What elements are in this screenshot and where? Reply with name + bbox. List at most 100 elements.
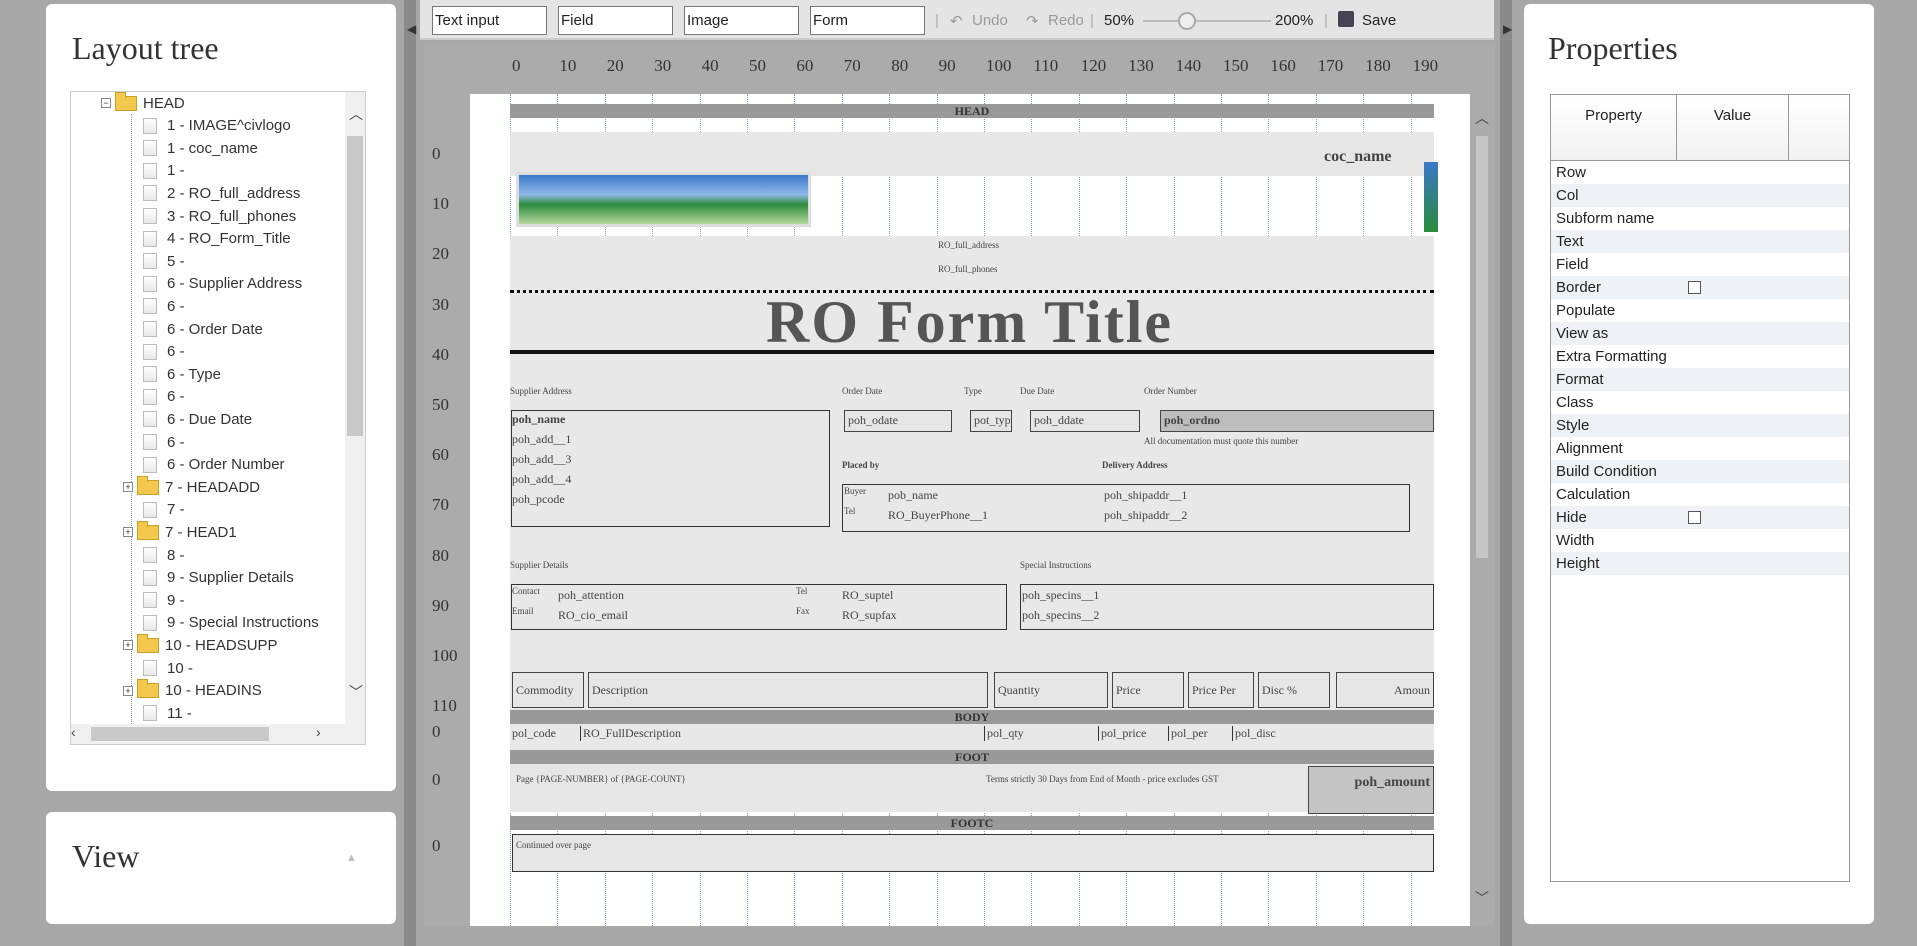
text-input-button[interactable]: Text input <box>432 6 547 35</box>
tree-folder-item[interactable]: − HEAD <box>101 92 185 114</box>
hide-checkbox[interactable] <box>1688 511 1701 524</box>
specins1-field[interactable]: poh_specins__1 <box>1022 588 1099 603</box>
undo-button[interactable]: Undo <box>972 12 1008 29</box>
band-foot[interactable]: FOOT <box>510 750 1434 764</box>
tree-item[interactable]: 6 - <box>143 295 185 317</box>
ro-supfax-field[interactable]: RO_supfax <box>842 608 897 623</box>
pol-qty-field[interactable]: pol_qty <box>984 726 1024 741</box>
col-price-per[interactable]: Price Per <box>1188 672 1254 708</box>
tree-item[interactable]: 2 - RO_full_address <box>143 182 300 204</box>
order-date-label[interactable]: Order Date <box>842 386 882 396</box>
right-splitter[interactable]: ▶ <box>1500 0 1512 946</box>
tree-vscroll-thumb[interactable] <box>347 136 363 436</box>
design-canvas[interactable]: 0 10 20 30 40 50 60 70 80 90 100 110 120 130 140 150 160… <box>424 44 1494 926</box>
property-row[interactable]: Subform name <box>1551 207 1849 230</box>
redo-icon[interactable]: ↷ <box>1026 12 1039 30</box>
save-icon[interactable] <box>1338 11 1354 27</box>
property-row[interactable]: Class <box>1551 391 1849 414</box>
buyer-label[interactable]: Buyer <box>844 486 866 496</box>
property-row[interactable]: Format <box>1551 368 1849 391</box>
zoom-slider[interactable] <box>1143 20 1271 22</box>
band-footc[interactable]: FOOTC <box>510 816 1434 830</box>
tree-item[interactable]: 6 - <box>143 431 185 453</box>
shipaddr2-field[interactable]: poh_shipaddr__2 <box>1104 508 1187 523</box>
expand-icon[interactable]: + <box>123 640 133 651</box>
scroll-down-icon[interactable]: ﹀ <box>349 682 363 702</box>
col-quantity[interactable]: Quantity <box>994 672 1108 708</box>
tree-item[interactable]: 9 - Special Instructions <box>143 612 319 634</box>
property-row[interactable]: Alignment <box>1551 437 1849 460</box>
tree-item[interactable]: 1 - coc_name <box>143 137 258 159</box>
property-row[interactable]: Calculation <box>1551 483 1849 506</box>
property-column-header[interactable]: Property <box>1551 95 1677 160</box>
pol-code-field[interactable]: pol_code <box>512 726 556 741</box>
pol-per-field[interactable]: pol_per <box>1168 726 1208 741</box>
property-row[interactable]: Row <box>1551 161 1849 184</box>
email-label[interactable]: Email <box>512 606 534 616</box>
due-date-label[interactable]: Due Date <box>1020 386 1054 396</box>
tree-folder-item[interactable]: +7 - HEAD1 <box>123 520 237 543</box>
order-number-label[interactable]: Order Number <box>1144 386 1197 396</box>
tel-label[interactable]: Tel <box>844 506 855 516</box>
band-head[interactable]: HEAD <box>510 104 1434 118</box>
delivery-address-label[interactable]: Delivery Address <box>1102 460 1168 470</box>
contact-label[interactable]: Contact <box>512 586 540 596</box>
civlogo-image[interactable] <box>516 172 811 227</box>
property-row[interactable]: Hide <box>1551 506 1849 529</box>
poh-ddate-field[interactable]: poh_ddate <box>1030 410 1140 432</box>
quote-note-label[interactable]: All documentation must quote this number <box>1144 436 1298 446</box>
ro-suptel-field[interactable]: RO_suptel <box>842 588 893 603</box>
collapse-right-icon[interactable]: ▶ <box>1503 22 1512 36</box>
property-row[interactable]: Width <box>1551 529 1849 552</box>
coc-name-field[interactable]: coc_name <box>1324 148 1392 166</box>
scroll-down-icon[interactable]: ﹀ <box>1475 888 1489 908</box>
type-label[interactable]: Type <box>964 386 982 396</box>
tree-item[interactable]: 7 - <box>143 499 185 521</box>
shipaddr1-field[interactable]: poh_shipaddr__1 <box>1104 488 1187 503</box>
scroll-right-icon[interactable]: › <box>316 724 321 740</box>
tree-item[interactable]: 8 - <box>143 544 185 566</box>
poh-attention-field[interactable]: poh_attention <box>558 588 624 603</box>
tree-item[interactable]: 9 - Supplier Details <box>143 567 294 589</box>
tree-item[interactable]: 6 - Order Date <box>143 318 263 340</box>
col-description[interactable]: Description <box>588 672 988 708</box>
property-row[interactable]: Style <box>1551 414 1849 437</box>
supplier-address-label[interactable]: Supplier Address <box>510 386 572 396</box>
collapse-icon[interactable]: − <box>101 98 111 108</box>
save-button[interactable]: Save <box>1362 12 1396 29</box>
pot-typ-field[interactable]: pot_typ <box>970 410 1012 432</box>
field-button[interactable]: Field <box>558 6 673 35</box>
tree-horizontal-scrollbar[interactable]: ‹ › <box>71 724 365 744</box>
pol-disc-field[interactable]: pol_disc <box>1232 726 1276 741</box>
placed-by-label[interactable]: Placed by <box>842 460 879 470</box>
fax-label[interactable]: Fax <box>796 606 810 616</box>
poh-pcode-field[interactable]: poh_pcode <box>512 492 565 507</box>
tree-item[interactable]: 6 - <box>143 386 185 408</box>
value-column-header[interactable]: Value <box>1677 95 1789 160</box>
form-title-field[interactable]: RO Form Title <box>766 288 1173 357</box>
tree-item[interactable]: 11 - <box>143 702 192 724</box>
canvas-vertical-scrollbar[interactable]: ︿ ﹀ <box>1474 108 1490 928</box>
tree-hscroll-thumb[interactable] <box>91 727 269 741</box>
zoom-slider-thumb[interactable] <box>1178 12 1196 30</box>
scroll-up-icon[interactable]: ︿ <box>1475 108 1489 128</box>
tree-folder-item[interactable]: +10 - HEADINS <box>123 679 262 702</box>
buyer-phone-field[interactable]: RO_BuyerPhone__1 <box>888 508 988 523</box>
undo-icon[interactable]: ↶ <box>950 12 963 30</box>
image-button[interactable]: Image <box>684 6 799 35</box>
col-amount[interactable]: Amoun <box>1336 672 1434 708</box>
col-disc[interactable]: Disc % <box>1258 672 1330 708</box>
col-price[interactable]: Price <box>1112 672 1184 708</box>
property-row[interactable]: Populate <box>1551 299 1849 322</box>
expand-icon[interactable]: + <box>123 482 133 493</box>
tree-item[interactable]: 6 - Type <box>143 363 221 385</box>
ro-fulldesc-field[interactable]: RO_FullDescription <box>580 726 681 741</box>
tree-item[interactable]: 3 - RO_full_phones <box>143 205 296 227</box>
full-phones-field[interactable]: RO_full_phones <box>938 264 998 274</box>
tree-item[interactable]: 6 - Due Date <box>143 408 252 430</box>
form-button[interactable]: Form <box>810 6 925 35</box>
collapse-left-icon[interactable]: ◀ <box>407 22 416 36</box>
tree-item[interactable]: 1 - <box>143 160 185 182</box>
property-row[interactable]: Field <box>1551 253 1849 276</box>
specins2-field[interactable]: poh_specins__2 <box>1022 608 1099 623</box>
